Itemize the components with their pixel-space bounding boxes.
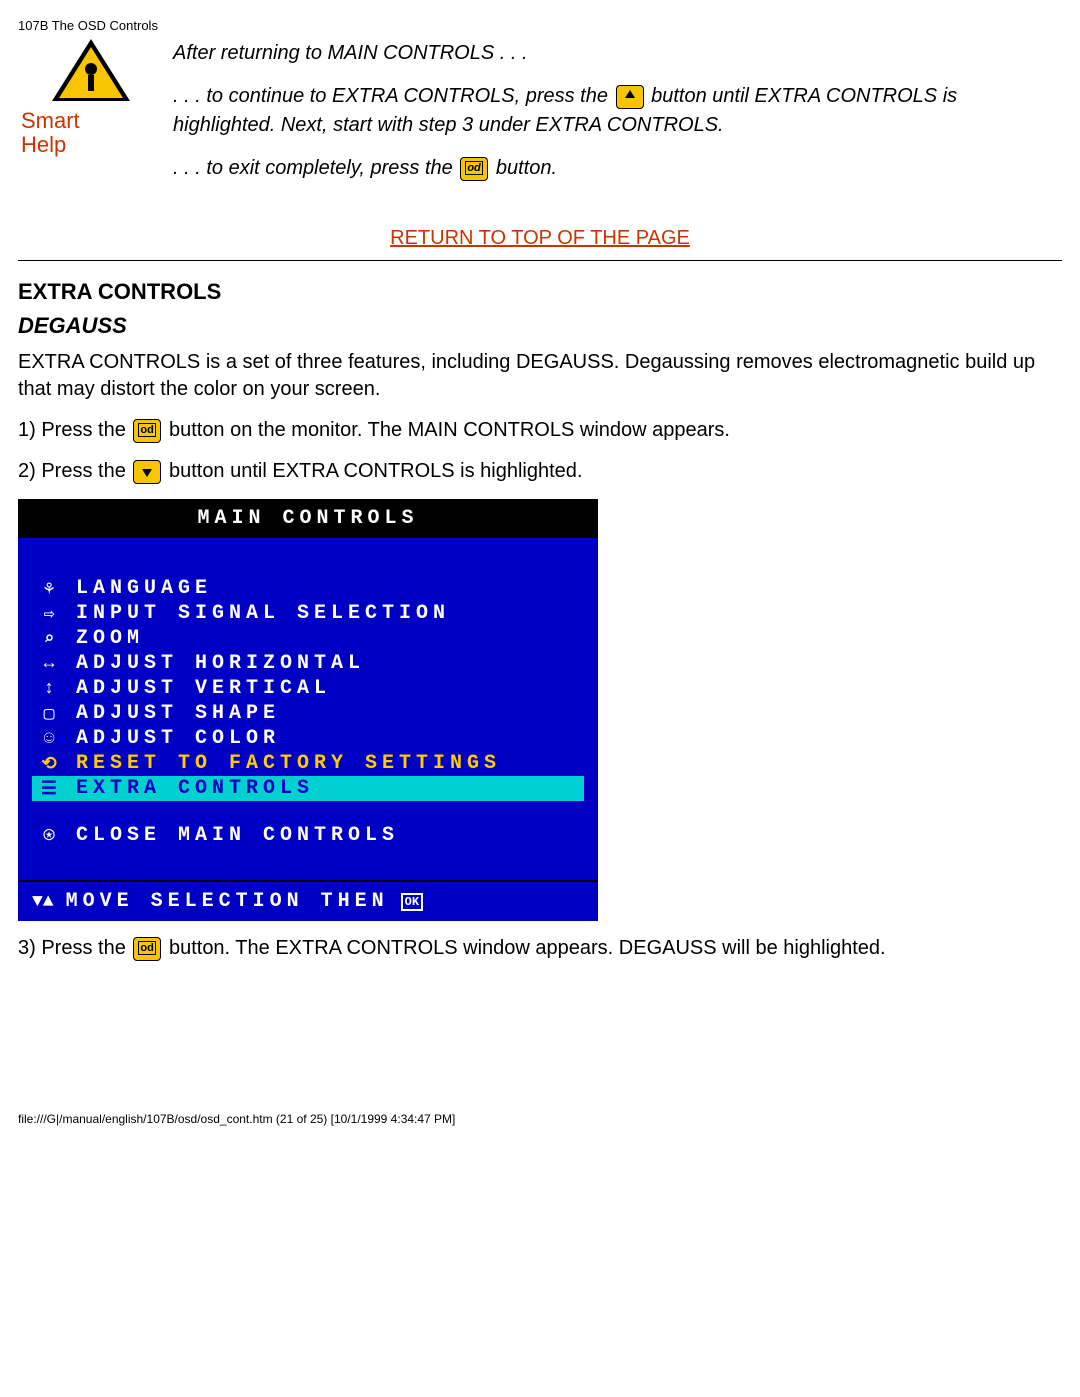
osd-label: ZOOM (76, 627, 144, 650)
osd-item-adjust-shape: ▢ ADJUST SHAPE (32, 701, 584, 726)
step-1b: button on the monitor. The MAIN CONTROLS… (169, 419, 730, 441)
move-arrows-icon: ▼▲ (32, 892, 54, 912)
ok-button-icon: od (460, 157, 488, 181)
up-button-icon (616, 85, 644, 109)
subsection-title: DEGAUSS (18, 313, 1062, 339)
smart-line-3a: . . . to exit completely, press the (173, 157, 458, 179)
step-2: 2) Press the button until EXTRA CONTROLS… (18, 458, 1062, 485)
osd-title: MAIN CONTROLS (18, 499, 598, 538)
osd-item-language: ⚘ LANGUAGE (32, 576, 584, 601)
osd-label: ADJUST VERTICAL (76, 677, 331, 700)
warning-icon (52, 39, 130, 109)
horizontal-icon: ↔ (36, 654, 62, 674)
intro-text: EXTRA CONTROLS is a set of three feature… (18, 349, 1062, 403)
osd-item-extra-controls: ☰ EXTRA CONTROLS (32, 776, 584, 801)
down-button-icon (133, 460, 161, 484)
vertical-icon: ↕ (36, 679, 62, 699)
osd-footer: ▼▲ MOVE SELECTION THEN OK (18, 880, 598, 921)
osd-panel: MAIN CONTROLS ⚘ LANGUAGE ⇨ INPUT SIGNAL … (18, 499, 598, 921)
step-1a: 1) Press the (18, 419, 131, 441)
osd-item-adjust-color: ☺ ADJUST COLOR (32, 726, 584, 751)
osd-item-zoom: ⌕ ZOOM (32, 626, 584, 651)
page-header: 107B The OSD Controls (18, 18, 1062, 33)
smart-label-1: Smart (21, 108, 80, 133)
osd-label: CLOSE MAIN CONTROLS (76, 824, 399, 847)
osd-label: RESET TO FACTORY SETTINGS (76, 752, 501, 775)
step-2a: 2) Press the (18, 460, 131, 482)
osd-item-adjust-vertical: ↕ ADJUST VERTICAL (32, 676, 584, 701)
smart-help-block: Smart Help After returning to MAIN CONTR… (18, 39, 1062, 197)
osd-label: EXTRA CONTROLS (76, 777, 314, 800)
osd-item-reset: ⟲ RESET TO FACTORY SETTINGS (32, 751, 584, 776)
reset-icon: ⟲ (36, 753, 62, 775)
step-3: 3) Press the od button. The EXTRA CONTRO… (18, 935, 1062, 962)
shape-icon: ▢ (36, 703, 62, 725)
smart-line-1: After returning to MAIN CONTROLS . . . (173, 39, 1062, 68)
extra-icon: ☰ (36, 778, 62, 800)
ok-button-icon: od (133, 419, 161, 443)
osd-item-adjust-horizontal: ↔ ADJUST HORIZONTAL (32, 651, 584, 676)
osd-label: ADJUST HORIZONTAL (76, 652, 365, 675)
step-3a: 3) Press the (18, 937, 131, 959)
ok-box-icon: OK (401, 893, 423, 911)
page-footer: file:///G|/manual/english/107B/osd/osd_c… (18, 1112, 1062, 1126)
osd-label: ADJUST COLOR (76, 727, 280, 750)
osd-footer-text: MOVE SELECTION THEN (66, 890, 389, 913)
smart-line-3b: button. (496, 157, 557, 179)
close-icon: ⍟ (36, 825, 62, 847)
osd-item-input-signal: ⇨ INPUT SIGNAL SELECTION (32, 601, 584, 626)
osd-label: LANGUAGE (76, 577, 212, 600)
section-title: EXTRA CONTROLS (18, 279, 1062, 305)
step-2b: button until EXTRA CONTROLS is highlight… (169, 460, 583, 482)
return-to-top-link[interactable]: RETURN TO TOP OF THE PAGE (18, 227, 1062, 250)
smart-line-2: . . . to continue to EXTRA CONTROLS, pre… (173, 82, 1062, 140)
input-icon: ⇨ (36, 603, 62, 625)
zoom-icon: ⌕ (36, 628, 62, 650)
osd-item-close: ⍟ CLOSE MAIN CONTROLS (32, 823, 584, 848)
smart-label-2: Help (21, 132, 66, 157)
smart-help-label: Smart Help (15, 109, 166, 157)
smart-help-left: Smart Help (18, 39, 163, 157)
osd-label: ADJUST SHAPE (76, 702, 280, 725)
step-1: 1) Press the od button on the monitor. T… (18, 417, 1062, 444)
smart-line-2a: . . . to continue to EXTRA CONTROLS, pre… (173, 85, 614, 107)
ok-button-icon: od (133, 937, 161, 961)
language-icon: ⚘ (36, 578, 62, 600)
smart-line-3: . . . to exit completely, press the od b… (173, 154, 1062, 183)
color-icon: ☺ (36, 729, 62, 749)
step-3b: button. The EXTRA CONTROLS window appear… (169, 937, 886, 959)
divider (18, 260, 1062, 261)
osd-label: INPUT SIGNAL SELECTION (76, 602, 450, 625)
smart-help-text: After returning to MAIN CONTROLS . . . .… (173, 39, 1062, 197)
osd-body: ⚘ LANGUAGE ⇨ INPUT SIGNAL SELECTION ⌕ ZO… (18, 538, 598, 880)
